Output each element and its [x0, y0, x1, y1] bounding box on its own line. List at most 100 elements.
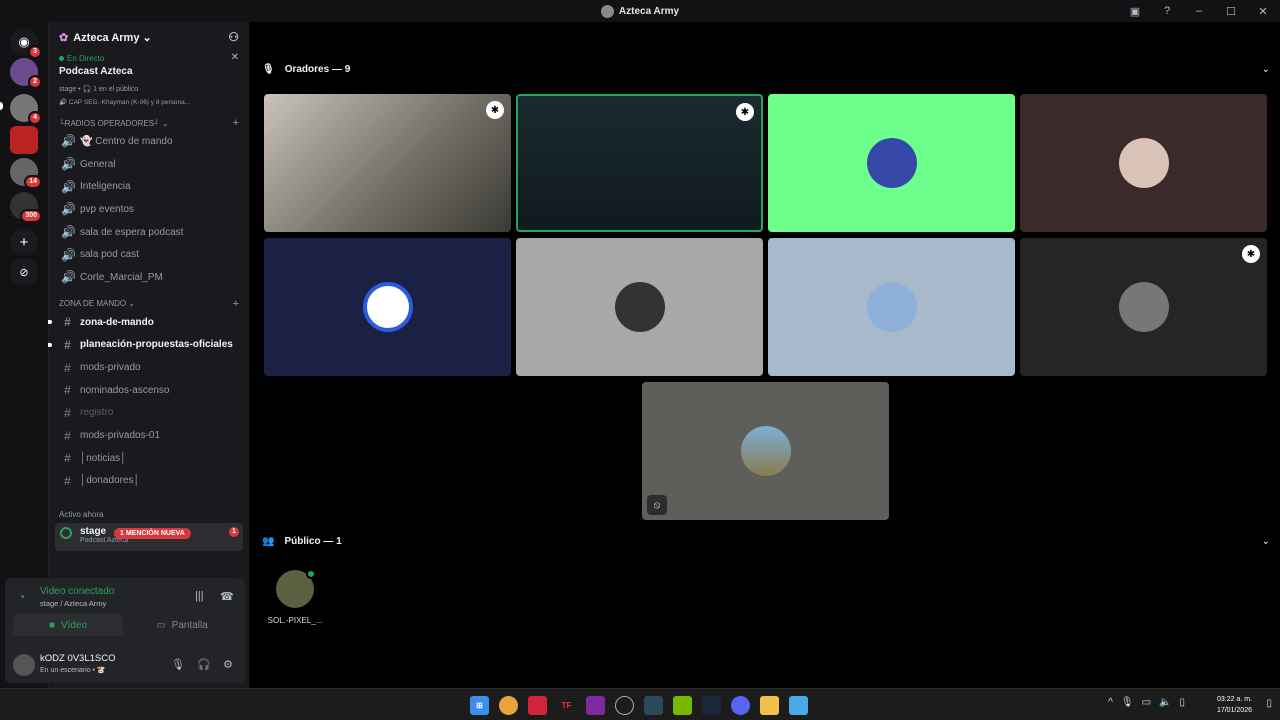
unread-badge: 300 — [20, 209, 42, 223]
maximize-button[interactable]: ☐ — [1224, 4, 1238, 18]
direct-message-avatar[interactable]: 2 — [10, 58, 42, 89]
speakers-header[interactable]: 🎙 Oradores — 9 — [262, 64, 350, 75]
speaker-tile[interactable] — [264, 238, 511, 376]
text-channel[interactable]: # zona-de-mando — [48, 311, 249, 334]
selected-indicator — [0, 102, 3, 110]
hash-icon: # — [64, 428, 71, 443]
add-user-icon[interactable]: ⚇ — [228, 30, 239, 44]
taskbar: ⊞ TF ^ 🎙 ▭ 🔈 ▯ 03:22 a. m. 17/01/2026 ▯ — [0, 688, 1280, 720]
moderator-icon: ✱ — [486, 101, 504, 119]
photos-icon[interactable] — [789, 696, 808, 715]
discord-icon[interactable] — [731, 696, 750, 715]
video-button[interactable]: ■ Vídeo — [13, 614, 123, 636]
chevron-down-icon[interactable]: ⌄ — [1262, 536, 1270, 547]
steam-like-icon[interactable] — [615, 696, 634, 715]
channel-name: registro — [80, 407, 114, 419]
notification-icon[interactable]: ▯ — [1266, 698, 1272, 709]
text-channel[interactable]: # nominados-ascenso — [49, 379, 249, 402]
gear-icon[interactable]: ⚙ — [223, 658, 233, 671]
clock[interactable]: 03:22 a. m. 17/01/2026 — [1217, 694, 1252, 716]
channel-name: Inteligencia — [80, 181, 131, 193]
server-header[interactable]: ✿ Azteca Army ⌄ ⚇ — [49, 22, 249, 52]
chevron-up-icon[interactable]: ^ — [1108, 697, 1113, 708]
add-channel-icon[interactable]: + — [233, 117, 239, 129]
channel-name: planeación-propuestas-oficiales — [80, 339, 233, 351]
voice-channel[interactable]: 🔊 👻 Centro de mando — [49, 130, 249, 153]
server-icon-red[interactable] — [10, 126, 38, 154]
online-indicator — [306, 569, 316, 579]
category-zona-de-mando[interactable]: ZONA DE MANDO ⌄ + — [49, 297, 249, 311]
voice-channel[interactable]: 🔊 sala pod cast — [49, 243, 249, 266]
minimize-button[interactable]: – — [1192, 4, 1206, 18]
voice-channel[interactable]: 🔊 General — [49, 153, 249, 176]
speaker-tile[interactable] — [1020, 94, 1267, 232]
close-icon[interactable]: ✕ — [231, 52, 239, 63]
next-icon[interactable] — [586, 696, 605, 715]
volume-icon[interactable]: 🔈 — [1159, 697, 1171, 708]
speaker-tile-video[interactable]: ✱ — [264, 94, 511, 232]
channel-name: sala de espera podcast — [80, 226, 184, 238]
voice-channel[interactable]: 🔊 sala de espera podcast — [49, 221, 249, 244]
voice-channel[interactable]: 🔊 Corte_Marcial_PM — [49, 266, 249, 289]
avatar — [740, 426, 791, 476]
voice-channel[interactable]: 🔊 pvp eventos — [49, 198, 249, 221]
close-window-button[interactable]: ✕ — [1256, 4, 1270, 18]
terminal-icon[interactable] — [644, 696, 663, 715]
compass-icon: ⊘ — [19, 266, 29, 279]
text-channel[interactable]: # mods-privado — [49, 356, 249, 379]
category-radios[interactable]: └RADIOS OPERADORES┘ ⌄ + — [49, 116, 249, 130]
soundboard-icon[interactable]: ||| — [195, 590, 204, 602]
audience-member[interactable]: SOL.-PIXEL_... — [264, 569, 326, 625]
voice-location[interactable]: stage / Azteca Army — [40, 599, 106, 608]
tf-icon[interactable]: TF — [557, 696, 576, 715]
screen-icon: ▭ — [156, 619, 166, 631]
speaker-tile[interactable] — [768, 94, 1015, 232]
adobe-icon[interactable] — [528, 696, 547, 715]
explore-button[interactable]: ⊘ — [10, 258, 38, 286]
text-channel[interactable]: # registro — [49, 402, 249, 425]
screen-share-button[interactable]: ▭ Pantalla — [127, 614, 237, 636]
new-mention-pill[interactable]: 1 MENCIÓN NUEVA — [114, 528, 191, 540]
add-server-button[interactable]: + — [10, 228, 38, 256]
add-channel-icon[interactable]: + — [233, 298, 239, 310]
audience-header[interactable]: 👥 Público — 1 — [262, 536, 342, 547]
text-channel[interactable]: # planeación-propuestas-oficiales — [48, 334, 249, 357]
speaker-tile-video-active[interactable]: ✱ — [516, 94, 763, 232]
live-stage-card[interactable]: ✕ En Directo Podcast Azteca stage • 🎧 1 … — [49, 52, 249, 106]
unread-badge: 14 — [24, 175, 42, 189]
chrome-icon[interactable] — [499, 696, 518, 715]
channel-name: mods-privados-01 — [80, 430, 161, 442]
start-icon[interactable]: ⊞ — [470, 696, 489, 715]
text-channel[interactable]: # │noticias│ — [49, 447, 249, 470]
avatar[interactable] — [13, 654, 35, 676]
microphone-icon[interactable]: 🎙 — [171, 658, 185, 671]
battery-icon[interactable]: ▯ — [1179, 697, 1185, 708]
server-icon-clan[interactable]: 14 — [10, 158, 42, 189]
headphones-icon[interactable]: 🎧 — [197, 658, 211, 671]
hash-icon: # — [64, 383, 71, 398]
disconnect-icon[interactable]: ☎ — [220, 590, 234, 603]
text-channel[interactable]: # mods-privados-01 — [49, 424, 249, 447]
speaker-tile[interactable] — [516, 238, 763, 376]
server-azteca-army[interactable]: 4 — [10, 94, 42, 125]
folder-icon[interactable] — [760, 696, 779, 715]
nvidia-icon[interactable] — [673, 696, 692, 715]
speaker-tile[interactable] — [768, 238, 1015, 376]
help-icon[interactable]: ? — [1160, 4, 1174, 18]
speaker-tile[interactable]: ✱ — [1020, 238, 1267, 376]
active-stage-item[interactable]: stage Podcast Azteca 1 MENCIÓN NUEVA 1 — [55, 523, 243, 552]
hash-icon: # — [64, 315, 71, 330]
speaker-icon: 🔊 — [61, 225, 76, 240]
server-folder[interactable]: 300 — [10, 192, 42, 223]
speaker-tile[interactable]: ⦸ — [642, 382, 889, 520]
time: 03:22 a. m. — [1216, 696, 1252, 703]
network-icon[interactable]: ▭ — [1142, 697, 1151, 708]
inbox-icon[interactable]: ▣ — [1128, 4, 1142, 18]
chevron-down-icon[interactable]: ⌄ — [1262, 64, 1270, 75]
text-channel[interactable]: # │donadores│ — [49, 470, 249, 493]
speaker-icon: 🔊 — [61, 202, 76, 217]
discord-home-button[interactable]: ◉ 3 — [10, 28, 42, 59]
steam-icon[interactable] — [702, 696, 721, 715]
voice-channel[interactable]: 🔊 Inteligencia — [49, 175, 249, 198]
microphone-icon[interactable]: 🎙 — [1121, 697, 1134, 708]
